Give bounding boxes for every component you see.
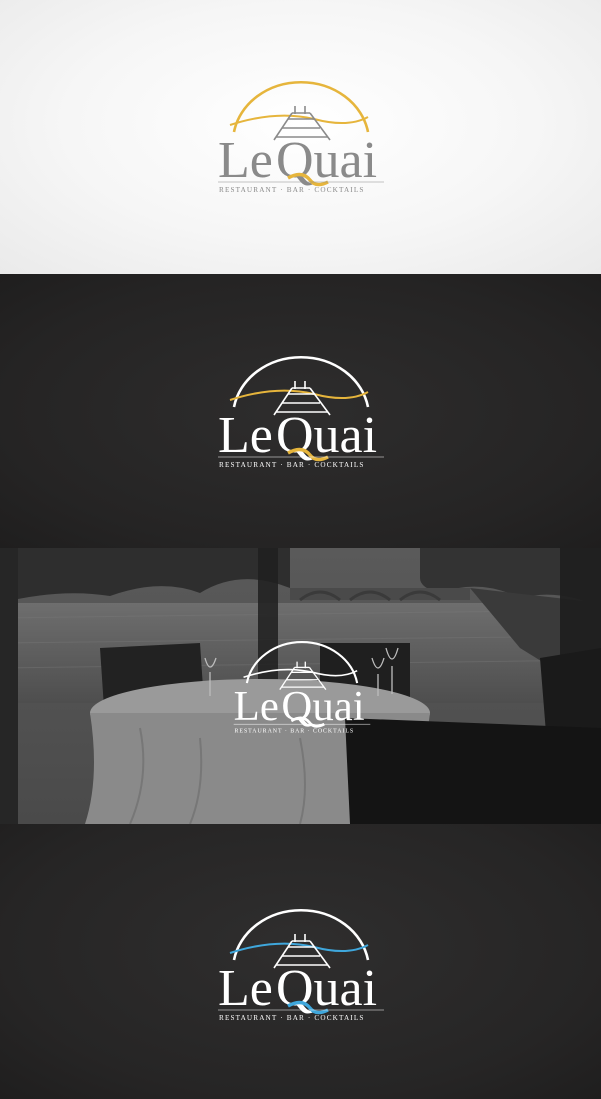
logo-arc bbox=[245, 641, 359, 684]
logo-swoosh bbox=[229, 114, 369, 126]
tagline: RESTAURANT · BAR · COCKTAILS bbox=[219, 461, 365, 469]
tagline: RESTAURANT · BAR · COCKTAILS bbox=[219, 186, 365, 194]
logo-arc bbox=[232, 908, 370, 961]
logo-graphic: Le Quai RESTAURANT · BAR · COCKTAILS bbox=[233, 641, 371, 734]
logo-graphic: Le Quai RESTAURANT · BAR · COCKTAILS bbox=[218, 80, 384, 194]
wordmark-le: Le bbox=[234, 683, 279, 730]
tagline: RESTAURANT · BAR · COCKTAILS bbox=[235, 728, 355, 734]
tagline: RESTAURANT · BAR · COCKTAILS bbox=[219, 1014, 365, 1022]
logo-panel-dark-blue: Le Quai RESTAURANT · BAR · COCKTAILS bbox=[0, 824, 601, 1099]
wordmark-quai: Quai bbox=[276, 960, 377, 1017]
wordmark-quai: Quai bbox=[281, 683, 364, 730]
wordmark-le: Le bbox=[218, 960, 273, 1017]
logo-swoosh bbox=[229, 389, 369, 401]
le-quai-logo: Le Quai RESTAURANT · BAR · COCKTAILS bbox=[216, 898, 386, 1028]
le-quai-logo: Le Quai RESTAURANT · BAR · COCKTAILS bbox=[232, 632, 372, 739]
wordmark-le: Le bbox=[218, 407, 273, 464]
logo-panel-photo: Le Quai RESTAURANT · BAR · COCKTAILS bbox=[0, 548, 601, 824]
logo-graphic: Le Quai RESTAURANT · BAR · COCKTAILS bbox=[218, 908, 384, 1022]
logo-arc bbox=[232, 355, 370, 408]
logo-panel-light: Le Quai RESTAURANT · BAR · COCKTAILS bbox=[0, 0, 601, 274]
logo-graphic: Le Quai RESTAURANT · BAR · COCKTAILS bbox=[218, 355, 384, 469]
logo-swoosh bbox=[243, 668, 358, 679]
le-quai-logo: Le Quai RESTAURANT · BAR · COCKTAILS bbox=[216, 345, 386, 475]
wordmark-quai: Quai bbox=[276, 407, 377, 464]
wordmark-le: Le bbox=[218, 132, 273, 189]
le-quai-logo: Le Quai RESTAURANT · BAR · COCKTAILS bbox=[216, 70, 386, 200]
logo-swoosh bbox=[229, 942, 369, 954]
wordmark-quai: Quai bbox=[276, 132, 377, 189]
logo-panel-dark-gold: Le Quai RESTAURANT · BAR · COCKTAILS bbox=[0, 274, 601, 548]
logo-arc bbox=[232, 80, 370, 133]
